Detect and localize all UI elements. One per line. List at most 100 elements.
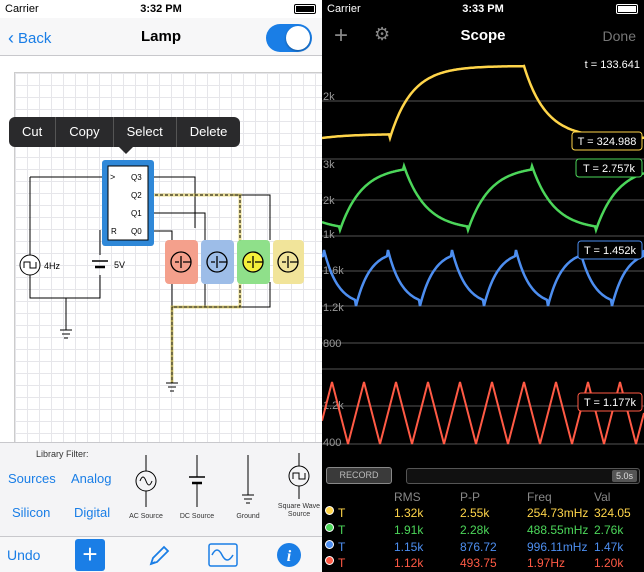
wire [150, 176, 196, 228]
channel-1-waveform [322, 64, 644, 143]
axis-label: 3k [323, 159, 335, 171]
add-component-button[interactable]: + [75, 539, 105, 571]
ground-label: Ground [236, 513, 260, 520]
library-item-ac-source[interactable]: AC Source [121, 451, 171, 521]
filter-digital[interactable]: Digital [74, 505, 110, 520]
cut-menu-item[interactable]: Cut [9, 117, 57, 147]
axis-label: 800 [323, 338, 341, 350]
row-freq: 996.11mHz [527, 540, 588, 554]
header-freq: Freq [527, 490, 552, 504]
delete-menu-item[interactable]: Delete [177, 117, 241, 147]
library-item-ground[interactable]: Ground [223, 451, 273, 521]
chip-clock-mark: > [110, 172, 115, 182]
filter-silicon[interactable]: Silicon [12, 505, 50, 520]
row-label: T [338, 506, 346, 520]
chip-pin-q3: Q3 [131, 173, 142, 182]
source-frequency-label: 4Hz [44, 261, 61, 271]
row-label: T [338, 540, 346, 554]
copy-menu-item[interactable]: Copy [56, 117, 114, 147]
record-progress: 5.0s [406, 468, 640, 484]
axis-label: 400 [323, 437, 341, 449]
ground-symbol [60, 329, 72, 339]
ac-source-label: AC Source [129, 513, 163, 520]
row-freq: 488.55mHz [527, 523, 589, 537]
chip-pin-q1: Q1 [131, 209, 142, 218]
ground-icon [242, 455, 254, 504]
circuit-editor-pane: Carrier 3:32 PM ‹ Back Lamp 4Hz 5V > Q3 … [0, 0, 322, 572]
ac-source-icon [135, 455, 157, 507]
wire [230, 194, 271, 240]
info-icon[interactable]: i [276, 541, 302, 569]
scope-nav-bar: + ⚙ Scope Done [322, 18, 644, 54]
undo-button[interactable]: Undo [7, 547, 40, 563]
pencil-icon[interactable] [146, 541, 170, 569]
wire [171, 282, 271, 308]
channel-dot [325, 540, 334, 549]
row-val: 1.20k [594, 556, 624, 570]
chip-pin-q0: Q0 [131, 227, 142, 236]
done-button[interactable]: Done [603, 28, 636, 44]
square-wave-source-label: Square Wave Source [277, 503, 321, 518]
library-item-dc-source[interactable]: DC Source [172, 451, 222, 521]
row-val: 1.47k [594, 540, 624, 554]
scope-pane: Carrier 3:33 PM + ⚙ Scope Done 2k 3k 2k … [322, 0, 644, 572]
table-header: RMS P-P Freq Val [322, 490, 644, 506]
channel-dot [325, 556, 334, 565]
ground-symbol [166, 382, 178, 392]
table-row[interactable]: T 1.91k 2.28k 488.55mHz 2.76k [322, 523, 644, 539]
header-val: Val [594, 490, 611, 504]
axis-label: 2k [323, 195, 335, 207]
row-pp: 2.28k [460, 523, 490, 537]
oscilloscope-display[interactable]: 2k 3k 2k 1k 1.6k 1.2k 800 1.2k 400 t = 1… [322, 54, 644, 462]
header-pp: P-P [460, 490, 481, 504]
table-row[interactable]: T 1.12k 493.75 1.97Hz 1.20k [322, 556, 644, 572]
wire [29, 275, 101, 299]
record-duration[interactable]: 5.0s [611, 470, 637, 482]
chip-pin-q2: Q2 [131, 191, 142, 200]
row-rms: 1.91k [394, 523, 424, 537]
square-wave-source-icon [288, 453, 310, 499]
row-rms: 1.32k [394, 506, 424, 520]
library-item-square-wave-source[interactable]: Square Wave Source [274, 451, 322, 519]
axis-label: 1.2k [323, 302, 344, 314]
row-freq: 254.73mHz [527, 506, 589, 520]
filter-sources[interactable]: Sources [8, 471, 56, 486]
dc-source-label: DC Source [179, 513, 215, 520]
row-label: T [338, 523, 346, 537]
status-time: 3:33 PM [462, 3, 504, 15]
table-row[interactable]: T 1.32k 2.55k 254.73mHz 324.05 [322, 506, 644, 522]
library-filter-title: Library Filter: [36, 449, 89, 459]
wire [150, 212, 206, 240]
channel-dot [325, 523, 334, 532]
time-readout: t = 133.641 [585, 59, 640, 71]
split-screen: Carrier 3:32 PM ‹ Back Lamp 4Hz 5V > Q3 … [0, 0, 644, 572]
page-title: Scope [460, 27, 506, 44]
channel-dot [325, 506, 334, 515]
row-rms: 1.15k [394, 540, 424, 554]
select-menu-item[interactable]: Select [114, 117, 177, 147]
row-pp: 2.55k [460, 506, 490, 520]
record-button[interactable]: RECORD [326, 467, 392, 484]
filter-analog[interactable]: Analog [71, 471, 111, 486]
status-bar: Carrier 3:33 PM [322, 0, 644, 18]
row-pp: 493.75 [460, 556, 497, 570]
chip-pin-r: R [111, 227, 117, 236]
battery-voltage-label: 5V [114, 260, 125, 270]
oscilloscope-icon[interactable] [208, 541, 238, 569]
channel-3-trigger: T = 1.452k [584, 245, 637, 257]
channel-4-waveform [322, 381, 644, 445]
row-val: 324.05 [594, 506, 631, 520]
bottom-toolbar: Undo + i [0, 536, 322, 572]
channel-2-trigger: T = 2.757k [583, 163, 636, 175]
svg-text:i: i [287, 548, 292, 565]
row-pp: 876.72 [460, 540, 497, 554]
row-val: 2.76k [594, 523, 624, 537]
axis-label: 2k [323, 91, 335, 103]
axis-label: 1k [323, 229, 335, 241]
record-bar: RECORD 5.0s [322, 462, 644, 488]
dc-source-icon [189, 455, 205, 507]
table-row[interactable]: T 1.15k 876.72 996.11mHz 1.47k [322, 540, 644, 556]
row-rms: 1.12k [394, 556, 424, 570]
circuit-diagram[interactable]: 4Hz 5V > Q3 Q2 Q1 Q0 R [0, 0, 322, 442]
header-rms: RMS [394, 490, 421, 504]
